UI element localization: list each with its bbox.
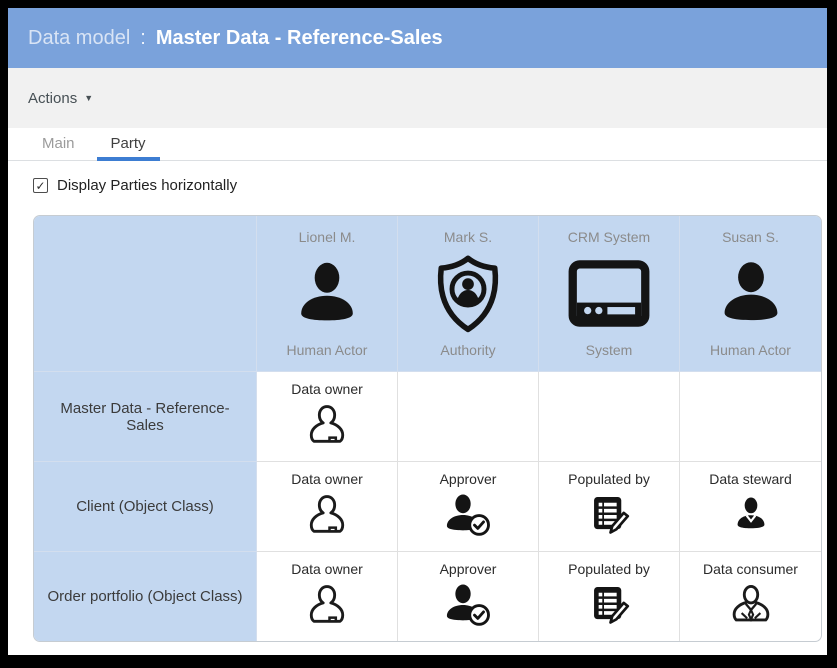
matrix-cell[interactable]: Data owner xyxy=(257,462,398,552)
party-name: CRM System xyxy=(568,229,650,245)
row-label-master-data: Master Data - Reference-Sales xyxy=(34,372,257,462)
data-owner-icon xyxy=(304,582,350,628)
chevron-down-icon: ▼ xyxy=(84,93,93,103)
party-name: Mark S. xyxy=(444,229,492,245)
display-parties-label[interactable]: Display Parties horizontally xyxy=(57,177,237,194)
actions-menu-button[interactable]: Actions ▼ xyxy=(28,90,93,107)
system-monitor-icon xyxy=(566,259,652,329)
matrix-cell[interactable]: Data consumer xyxy=(680,552,821,641)
actions-bar: Actions ▼ xyxy=(8,68,827,128)
app-window: Data model : Master Data - Reference-Sal… xyxy=(8,8,827,655)
matrix-cell[interactable]: Data steward xyxy=(680,462,821,552)
matrix-cell-empty[interactable] xyxy=(398,372,539,462)
party-header-lionel: Lionel M. Human Actor xyxy=(257,216,398,372)
authority-shield-icon xyxy=(431,254,505,334)
role-label: Approver xyxy=(440,561,497,577)
actions-menu-label: Actions xyxy=(28,90,77,107)
party-header-susan: Susan S. Human Actor xyxy=(680,216,821,372)
role-label: Data consumer xyxy=(703,561,798,577)
matrix-cell-empty[interactable] xyxy=(539,372,680,462)
matrix-cell[interactable]: Approver xyxy=(398,552,539,641)
matrix-cell[interactable]: Approver xyxy=(398,462,539,552)
title-bar: Data model : Master Data - Reference-Sal… xyxy=(8,8,827,68)
row-label-order-portfolio: Order portfolio (Object Class) xyxy=(34,552,257,641)
role-label: Populated by xyxy=(568,471,650,487)
party-type: Human Actor xyxy=(287,342,368,358)
tab-main[interactable]: Main xyxy=(28,128,89,160)
role-label: Data steward xyxy=(709,471,791,487)
display-parties-checkbox[interactable]: ✓ xyxy=(33,178,48,193)
party-header-crm-system: CRM System System xyxy=(539,216,680,372)
role-label: Data owner xyxy=(291,561,363,577)
matrix-cell[interactable]: Data owner xyxy=(257,552,398,641)
party-type: Authority xyxy=(440,342,495,358)
role-label: Data owner xyxy=(291,471,363,487)
tab-bar: Main Party xyxy=(8,128,827,161)
display-option-row: ✓ Display Parties horizontally xyxy=(33,177,827,194)
matrix-cell[interactable]: Populated by xyxy=(539,552,680,641)
party-type: Human Actor xyxy=(710,342,791,358)
matrix-cell-empty[interactable] xyxy=(680,372,821,462)
role-label: Populated by xyxy=(568,561,650,577)
data-owner-icon xyxy=(304,402,350,448)
populated-by-icon xyxy=(586,582,632,628)
human-actor-icon xyxy=(715,258,787,330)
matrix-cell[interactable]: Data owner xyxy=(257,372,398,462)
tab-party[interactable]: Party xyxy=(97,128,160,160)
data-consumer-icon xyxy=(728,582,774,628)
party-header-mark: Mark S. Authority xyxy=(398,216,539,372)
approver-icon xyxy=(443,582,493,628)
row-label-client: Client (Object Class) xyxy=(34,462,257,552)
party-name: Susan S. xyxy=(722,229,779,245)
object-type-label: Data model xyxy=(28,27,130,50)
party-matrix: Lionel M. Human Actor Mark S. Authority … xyxy=(33,215,822,642)
approver-icon xyxy=(443,492,493,538)
title-separator: : xyxy=(140,27,146,50)
matrix-corner-cell xyxy=(34,216,257,372)
human-actor-icon xyxy=(291,258,363,330)
page-title: Master Data - Reference-Sales xyxy=(156,27,443,50)
data-owner-icon xyxy=(304,492,350,538)
matrix-cell[interactable]: Populated by xyxy=(539,462,680,552)
role-label: Approver xyxy=(440,471,497,487)
data-steward-icon xyxy=(728,492,774,538)
party-name: Lionel M. xyxy=(299,229,356,245)
party-type: System xyxy=(586,342,633,358)
role-label: Data owner xyxy=(291,381,363,397)
populated-by-icon xyxy=(586,492,632,538)
